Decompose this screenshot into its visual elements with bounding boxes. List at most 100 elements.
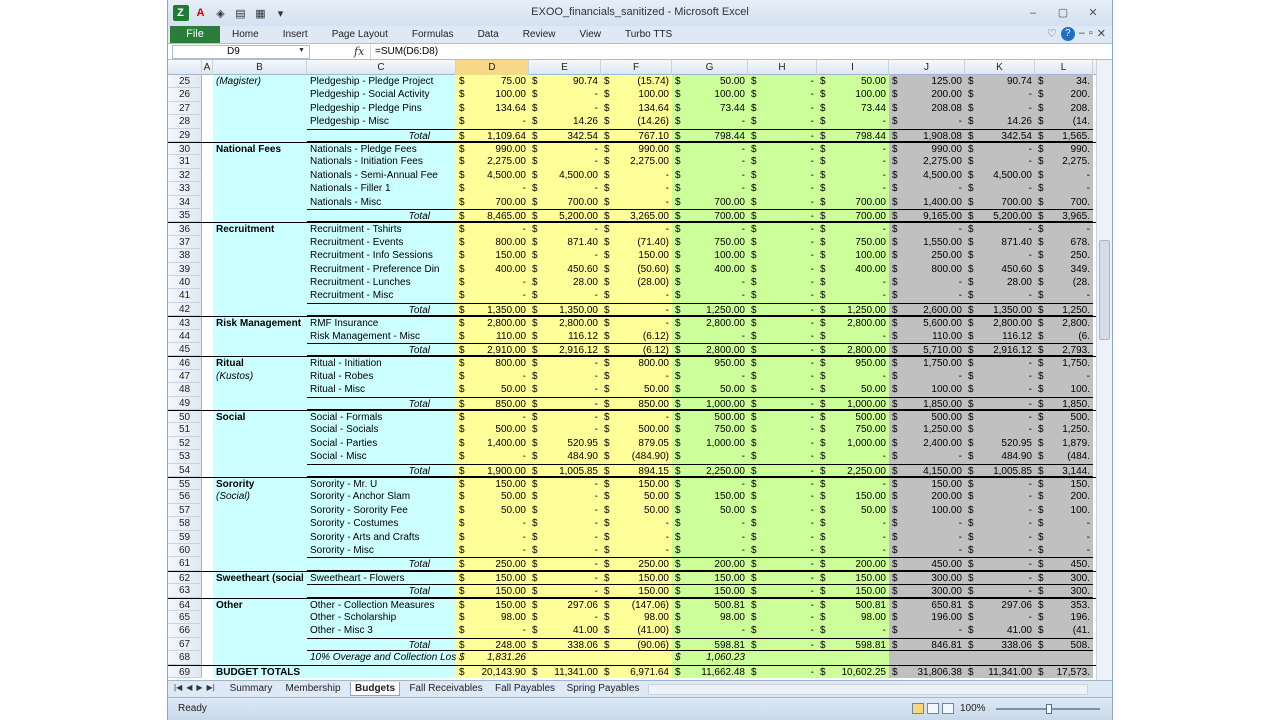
cell[interactable]	[202, 611, 213, 625]
category-cell[interactable]	[213, 343, 307, 357]
amount-cell-h[interactable]: $ -	[748, 75, 817, 89]
row-header[interactable]: 26	[168, 88, 202, 102]
amount-cell-l[interactable]: $ -	[1035, 517, 1093, 531]
row-header[interactable]: 65	[168, 611, 202, 625]
line-item-cell[interactable]: Pledgeship - Social Activity	[307, 88, 456, 102]
zoom-slider[interactable]	[996, 704, 1100, 714]
amount-cell-k[interactable]: $ -	[965, 517, 1035, 531]
cell[interactable]	[202, 651, 213, 665]
amount-cell-j[interactable]: $1,908.08	[889, 128, 965, 142]
amount-cell-g[interactable]: $ -	[672, 289, 748, 303]
amount-cell-e[interactable]: $ -	[529, 611, 601, 625]
amount-cell-e[interactable]: $11,341.00	[529, 665, 601, 678]
amount-cell-i[interactable]: $100.00	[817, 249, 889, 263]
line-item-cell[interactable]: Nationals - Pledge Fees	[307, 143, 456, 156]
amount-cell-f[interactable]: $ -	[601, 182, 672, 196]
amount-cell-d[interactable]: $150.00	[456, 571, 529, 585]
amount-cell-j[interactable]: $650.81	[889, 598, 965, 611]
amount-cell-f[interactable]: $ -	[601, 317, 672, 330]
column-header-i[interactable]: I	[817, 60, 889, 75]
amount-cell-j[interactable]: $ -	[889, 115, 965, 129]
line-item-cell[interactable]: Sorority - Mr. U	[307, 478, 456, 491]
column-header-a[interactable]: A	[202, 60, 213, 75]
line-item-cell[interactable]: Social - Parties	[307, 436, 456, 451]
amount-cell-d[interactable]: $ -	[456, 544, 529, 558]
amount-cell-f[interactable]: $98.00	[601, 611, 672, 625]
amount-cell-k[interactable]: $ -	[965, 182, 1035, 196]
category-cell[interactable]	[213, 611, 307, 625]
amount-cell-f[interactable]: $3,265.00	[601, 209, 672, 223]
horizontal-scrollbar[interactable]	[648, 684, 1088, 695]
cell[interactable]	[202, 423, 213, 437]
amount-cell-d[interactable]: $150.00	[456, 478, 529, 491]
cell[interactable]	[202, 88, 213, 102]
cell[interactable]	[202, 463, 213, 477]
amount-cell-g[interactable]: $950.00	[672, 357, 748, 370]
amount-cell-k[interactable]: $ -	[965, 289, 1035, 303]
amount-cell-j[interactable]: $450.00	[889, 557, 965, 571]
amount-cell-k[interactable]: $ -	[965, 88, 1035, 102]
amount-cell-k[interactable]: $871.40	[965, 235, 1035, 250]
cell[interactable]	[202, 557, 213, 571]
amount-cell-i[interactable]: $798.44	[817, 128, 889, 142]
row-header[interactable]: 29	[168, 128, 202, 142]
line-item-cell[interactable]: Recruitment - Misc	[307, 289, 456, 303]
amount-cell-h[interactable]: $ -	[748, 557, 817, 571]
amount-cell-f[interactable]: $100.00	[601, 88, 672, 102]
amount-cell-g[interactable]: $73.44	[672, 101, 748, 116]
amount-cell-k[interactable]: $28.00	[965, 276, 1035, 290]
amount-cell-f[interactable]: $50.00	[601, 503, 672, 518]
amount-cell-d[interactable]: $1,900.00	[456, 463, 529, 477]
row-header[interactable]: 68	[168, 651, 202, 665]
line-item-cell[interactable]: Recruitment - Lunches	[307, 276, 456, 290]
amount-cell-g[interactable]: $100.00	[672, 249, 748, 263]
amount-cell-i[interactable]: $ -	[817, 478, 889, 491]
amount-cell-g[interactable]: $50.00	[672, 383, 748, 397]
category-cell[interactable]: Risk Management	[213, 317, 307, 330]
amount-cell-j[interactable]: $990.00	[889, 143, 965, 156]
amount-cell-g[interactable]: $ -	[672, 624, 748, 638]
amount-cell-d[interactable]: $2,910.00	[456, 343, 529, 357]
amount-cell-d[interactable]: $1,350.00	[456, 302, 529, 317]
amount-cell-i[interactable]: $2,250.00	[817, 463, 889, 477]
amount-cell-k[interactable]: $14.26	[965, 115, 1035, 129]
amount-cell-i[interactable]: $ -	[817, 369, 889, 384]
amount-cell-j[interactable]: $150.00	[889, 478, 965, 491]
amount-cell-k[interactable]: $338.06	[965, 637, 1035, 652]
name-box[interactable]: D9	[172, 45, 310, 59]
tab-home[interactable]: Home	[220, 26, 271, 43]
amount-cell-e[interactable]: $ -	[529, 423, 601, 437]
category-cell[interactable]	[213, 155, 307, 169]
amount-cell-h[interactable]: $ -	[748, 209, 817, 223]
amount-cell-d[interactable]: $ -	[456, 369, 529, 384]
amount-cell-l[interactable]: $3,144.	[1035, 463, 1093, 477]
amount-cell-d[interactable]: $ -	[456, 411, 529, 424]
amount-cell-i[interactable]: $150.00	[817, 584, 889, 598]
amount-cell-l[interactable]: $2,800.	[1035, 317, 1093, 330]
line-item-cell[interactable]: Risk Management - Misc	[307, 329, 456, 343]
amount-cell-g[interactable]: $500.00	[672, 411, 748, 424]
total-label-cell[interactable]: Total	[307, 584, 456, 598]
category-cell[interactable]: BUDGET TOTALS	[213, 665, 307, 678]
row-header[interactable]: 53	[168, 450, 202, 464]
column-header-h[interactable]: H	[748, 60, 817, 75]
amount-cell-h[interactable]: $ -	[748, 249, 817, 263]
category-cell[interactable]	[213, 182, 307, 196]
amount-cell-g[interactable]: $400.00	[672, 262, 748, 276]
amount-cell-l[interactable]	[1035, 651, 1093, 665]
category-cell[interactable]	[213, 423, 307, 437]
amount-cell-i[interactable]: $98.00	[817, 611, 889, 625]
amount-cell-f[interactable]: $ -	[601, 411, 672, 424]
amount-cell-i[interactable]: $ -	[817, 624, 889, 638]
amount-cell-l[interactable]: $500.	[1035, 411, 1093, 424]
amount-cell-i[interactable]	[817, 651, 889, 665]
amount-cell-h[interactable]: $ -	[748, 329, 817, 343]
amount-cell-f[interactable]: $ -	[601, 302, 672, 317]
amount-cell-i[interactable]: $73.44	[817, 101, 889, 116]
row-header[interactable]: 57	[168, 503, 202, 518]
amount-cell-h[interactable]: $ -	[748, 128, 817, 142]
cell[interactable]	[202, 249, 213, 263]
amount-cell-l[interactable]: $ -	[1035, 223, 1093, 236]
line-item-cell[interactable]	[307, 665, 456, 678]
row-header[interactable]: 62	[168, 571, 202, 585]
